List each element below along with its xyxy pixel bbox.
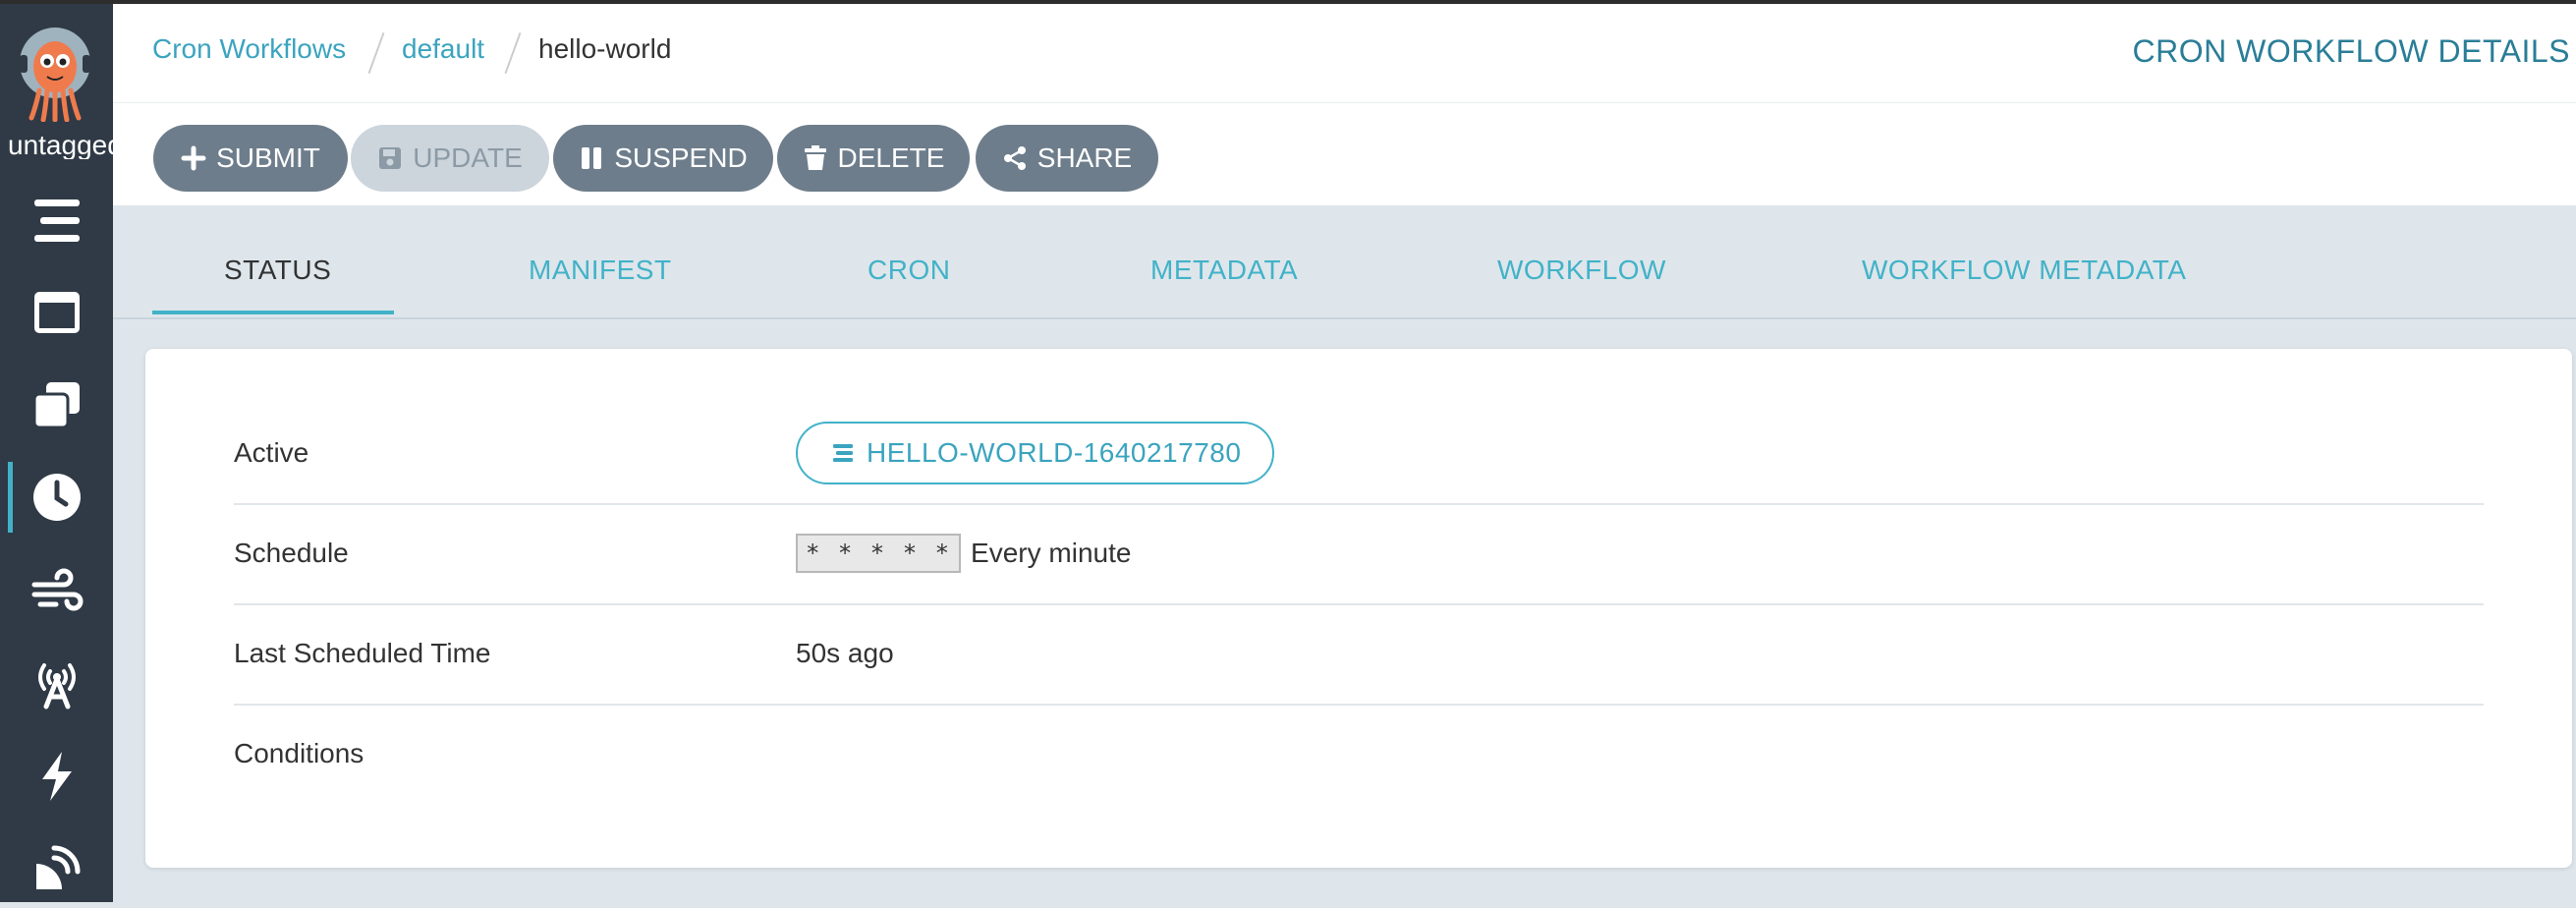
tab-cron[interactable]: CRON — [868, 255, 950, 286]
active-workflow-name: HELLO-WORLD-1640217780 — [867, 437, 1242, 468]
share-icon — [1003, 146, 1026, 170]
plus-icon — [181, 145, 206, 171]
breadcrumb-separator — [367, 31, 385, 75]
row-value: * * * * * Every minute — [796, 503, 1131, 603]
share-label: SHARE — [1036, 142, 1133, 173]
update-label: UPDATE — [413, 142, 523, 173]
sidebar-item-archived-workflows[interactable] — [0, 829, 113, 908]
status-row-last-scheduled: Last Scheduled Time 50s ago — [234, 603, 2484, 706]
cron-expression: * * * * * — [796, 534, 962, 573]
submit-label: SUBMIT — [216, 142, 320, 173]
delete-label: DELETE — [837, 142, 945, 173]
breadcrumb-namespace[interactable]: default — [402, 33, 484, 65]
top-bar: Cron Workflows default hello-world CRON … — [113, 4, 2576, 103]
sidebar-item-sensors[interactable] — [0, 737, 113, 816]
delete-button[interactable]: DELETE — [777, 125, 970, 192]
submit-button[interactable]: SUBMIT — [153, 125, 348, 192]
breadcrumb-current: hello-world — [538, 33, 672, 64]
sidebar-item-event-flow[interactable] — [0, 552, 113, 631]
tab-manifest[interactable]: MANIFEST — [529, 255, 672, 286]
save-icon — [379, 147, 402, 169]
active-workflow-link[interactable]: HELLO-WORLD-1640217780 — [796, 422, 1275, 484]
sidebar-item-cluster-workflow-templates[interactable] — [0, 366, 113, 444]
sidebar: untagged — [0, 4, 113, 902]
tab-bar: STATUS MANIFEST CRON METADATA WORKFLOW W… — [113, 205, 2576, 319]
active-tab-indicator — [152, 311, 394, 314]
status-card: Active HELLO-WORLD-1640217780 Schedule *… — [145, 349, 2572, 868]
page-title: CRON WORKFLOW DETAILS — [2132, 33, 2570, 69]
sidebar-item-event-sources[interactable] — [0, 645, 113, 723]
update-button[interactable]: UPDATE — [351, 125, 549, 192]
row-label: Last Scheduled Time — [234, 638, 491, 668]
bolt-icon — [41, 752, 72, 801]
tab-status[interactable]: STATUS — [224, 255, 331, 286]
argo-logo-icon[interactable] — [18, 26, 92, 123]
status-row-active: Active HELLO-WORLD-1640217780 — [234, 403, 2484, 505]
schedule-description: Every minute — [971, 538, 1132, 568]
suspend-label: SUSPEND — [614, 142, 748, 173]
stream-icon — [833, 444, 853, 462]
status-row-schedule: Schedule * * * * * Every minute — [234, 503, 2484, 605]
sidebar-item-workflow-templates[interactable] — [0, 273, 113, 352]
window-icon — [33, 292, 80, 333]
tab-metadata[interactable]: METADATA — [1150, 255, 1298, 286]
stream-icon — [33, 199, 80, 242]
row-label: Conditions — [234, 738, 364, 768]
wind-icon — [31, 568, 83, 611]
clock-icon — [32, 474, 81, 521]
status-row-conditions: Conditions — [234, 704, 2484, 804]
share-button[interactable]: SHARE — [976, 125, 1158, 192]
breadcrumb-separator — [504, 31, 522, 75]
broadcast-tower-icon — [37, 663, 76, 709]
satellite-dish-icon — [35, 845, 80, 889]
breadcrumb-cron-workflows[interactable]: Cron Workflows — [152, 33, 346, 65]
tab-workflow[interactable]: WORKFLOW — [1497, 255, 1666, 286]
tab-workflow-metadata[interactable]: WORKFLOW METADATA — [1862, 255, 2187, 286]
row-label: Active — [234, 437, 309, 468]
trash-icon — [804, 145, 826, 170]
version-label: untagged — [8, 130, 113, 159]
sidebar-item-workflows[interactable] — [0, 181, 113, 259]
action-toolbar: SUBMIT UPDATE SUSPEND DELETE SHARE — [113, 103, 2576, 205]
row-label: Schedule — [234, 538, 349, 568]
clone-icon — [32, 382, 80, 429]
suspend-button[interactable]: SUSPEND — [553, 125, 773, 192]
pause-icon — [582, 147, 602, 169]
sidebar-item-cron-workflows[interactable] — [0, 458, 113, 537]
last-scheduled-value: 50s ago — [796, 638, 894, 668]
row-value: HELLO-WORLD-1640217780 — [796, 403, 1275, 503]
